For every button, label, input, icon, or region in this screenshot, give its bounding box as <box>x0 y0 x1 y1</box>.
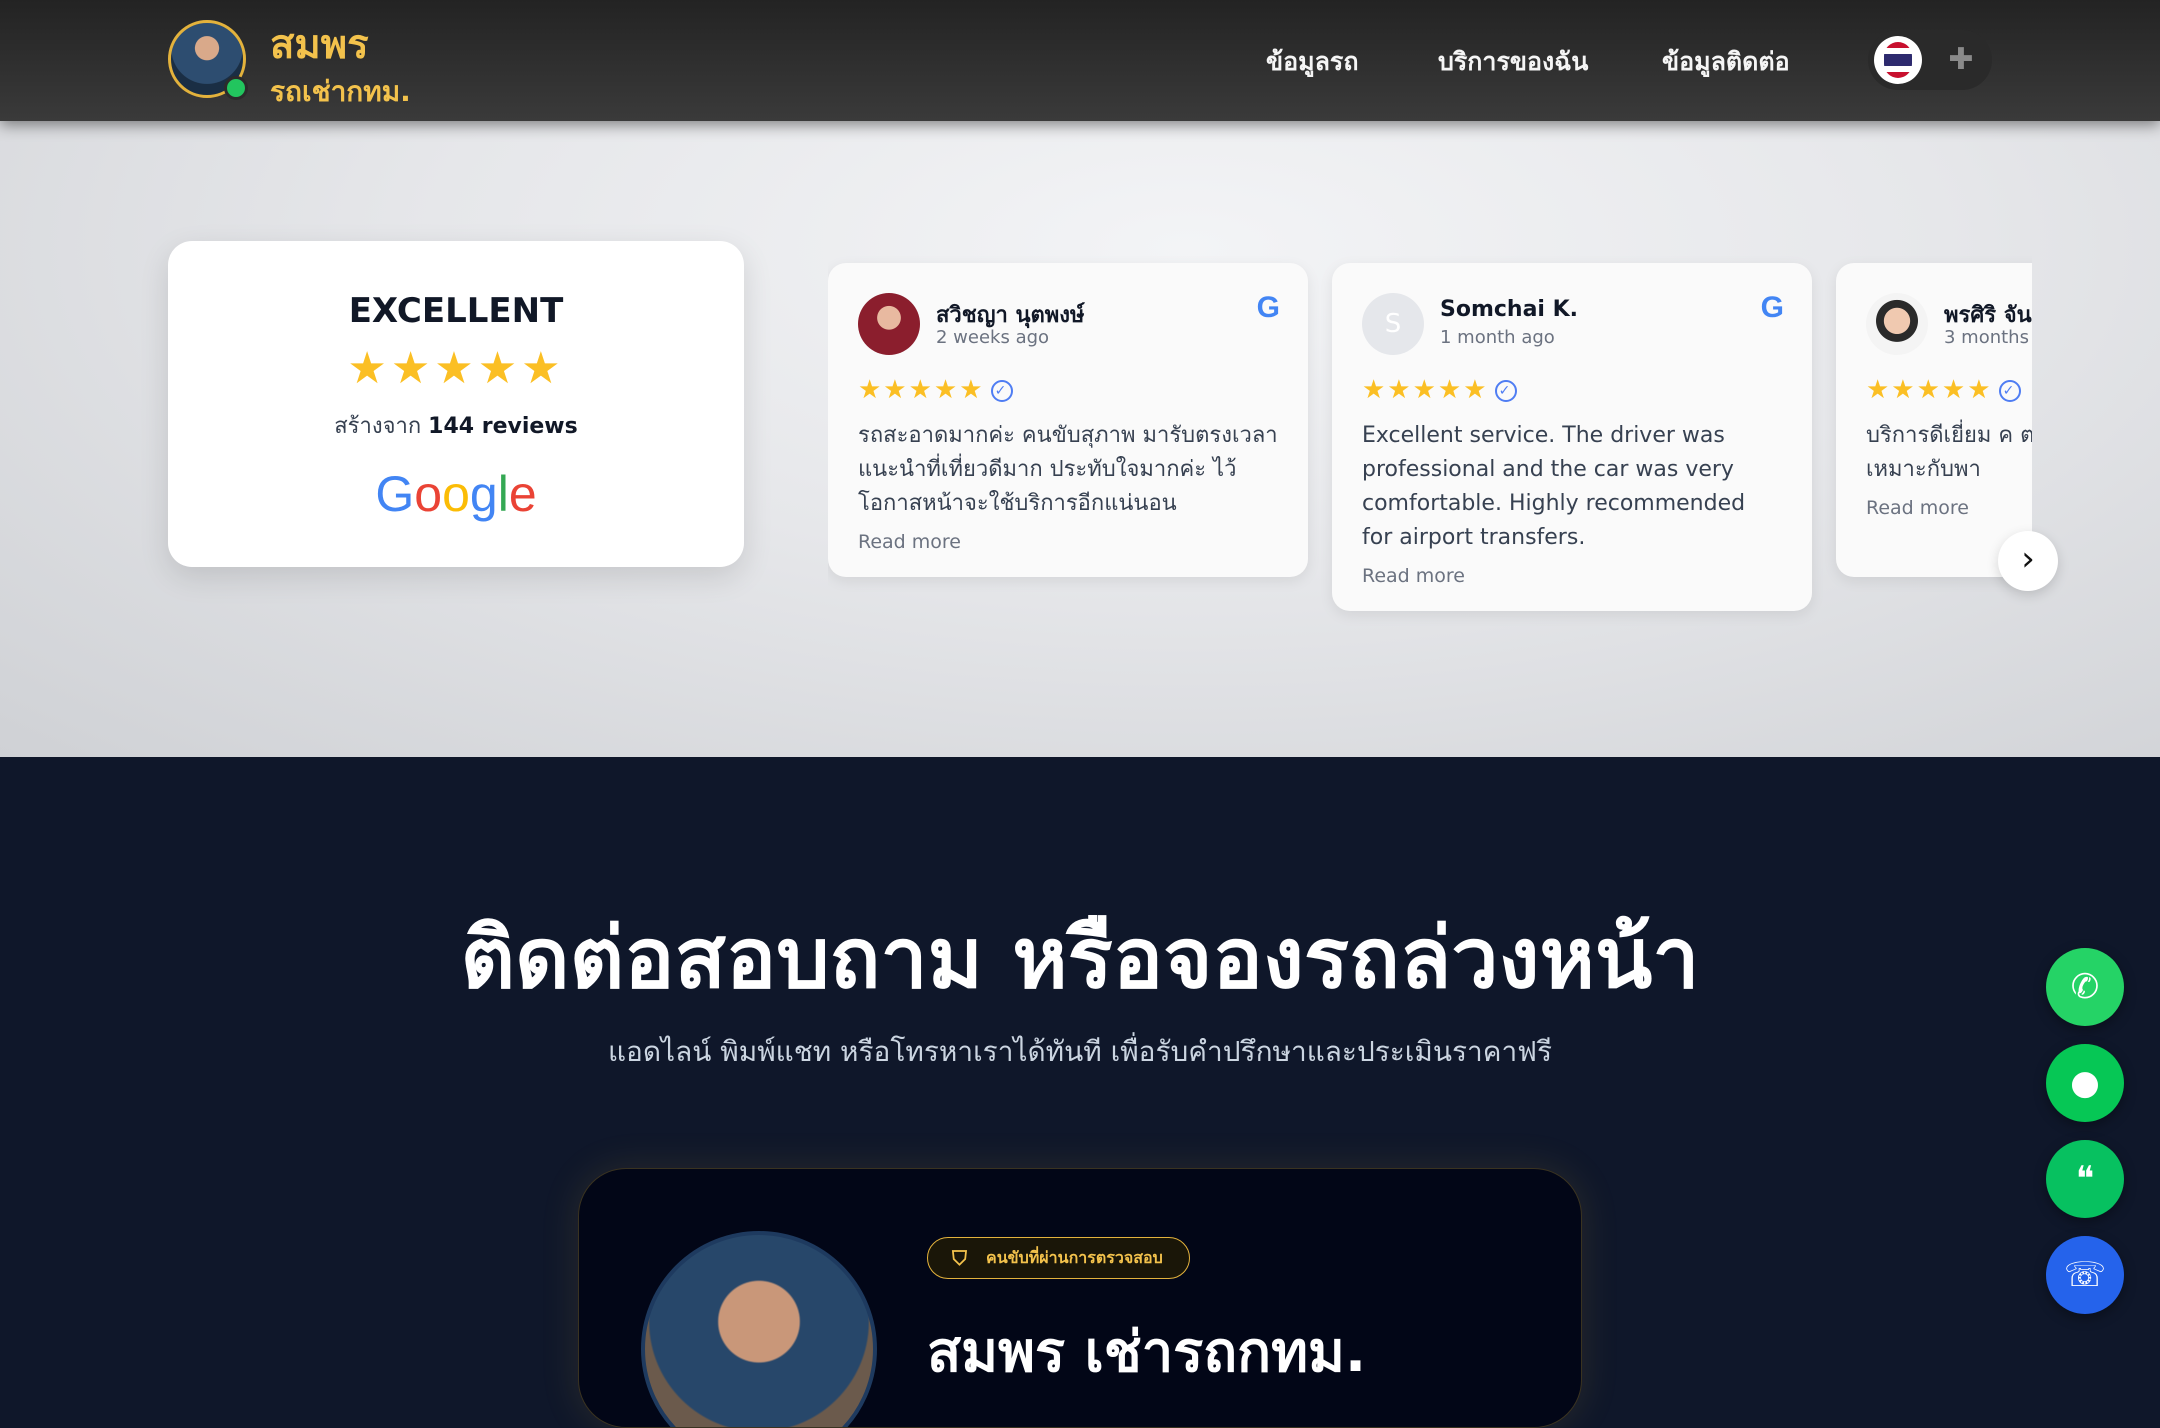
review-count-prefix: สร้างจาก <box>334 414 429 439</box>
read-more-link[interactable]: Read more <box>1362 565 1782 587</box>
reviewer-avatar <box>1866 293 1928 355</box>
whatsapp-icon: ✆ <box>2070 967 2100 1007</box>
review-count: สร้างจาก 144 reviews <box>168 408 744 443</box>
phone-button[interactable]: ☏ <box>2046 1236 2124 1314</box>
badge-label: คนขับที่ผ่านการตรวจสอบ <box>986 1248 1163 1267</box>
review-carousel: สวิชญา นุตพงษ์ 2 weeks ago G ★★★★★ ✓ รถสะ… <box>828 241 2032 741</box>
contact-subtitle: แอดไลน์ พิมพ์แชท หรือโทรหาเราได้ทันที เพ… <box>607 1035 1553 1068</box>
review-card: พรศิริ จัน 3 months ★★★★★ ✓ บริการดีเยี่ย… <box>1836 263 2032 577</box>
google-icon: G <box>1760 291 1784 324</box>
online-status-dot <box>224 76 248 100</box>
driver-profile-card: ⛉ คนขับที่ผ่านการตรวจสอบ สมพร เช่ารถกทม. <box>578 1168 1582 1428</box>
uk-flag-icon[interactable]: ✚ <box>1942 41 1980 79</box>
nav-my-services[interactable]: บริการของฉัน <box>1438 42 1588 82</box>
review-stars: ★★★★★ ✓ <box>858 375 1278 405</box>
verified-driver-badge: ⛉ คนขับที่ผ่านการตรวจสอบ <box>927 1237 1190 1279</box>
thai-flag-icon[interactable] <box>1874 36 1922 84</box>
brand-subtitle[interactable]: รถเช่ากทม. <box>270 70 411 114</box>
carousel-next-button[interactable]: › <box>1998 531 2058 591</box>
verified-icon: ✓ <box>1494 379 1517 402</box>
rating-word: EXCELLENT <box>348 291 564 331</box>
review-text: Excellent service. The driver was profes… <box>1362 423 1746 550</box>
wechat-icon: ❝ <box>2075 1159 2095 1199</box>
summary-stars: ★★★★★ <box>347 343 565 394</box>
google-logo: Google <box>375 466 537 522</box>
shield-check-icon: ⛉ <box>952 1246 967 1270</box>
verified-icon: ✓ <box>990 379 1013 402</box>
reviewer-name: Somchai K. <box>1440 297 1579 322</box>
line-icon: ● <box>2070 1063 2100 1103</box>
site-header: สมพร รถเช่ากทม. ข้อมูลรถ บริการของฉัน ข้… <box>0 0 2160 121</box>
wechat-button[interactable]: ❝ <box>2046 1140 2124 1218</box>
reviews-section: EXCELLENT ★★★★★ สร้างจาก 144 reviews Goo… <box>0 121 2160 757</box>
review-card: สวิชญา นุตพงษ์ 2 weeks ago G ★★★★★ ✓ รถสะ… <box>828 263 1308 577</box>
whatsapp-button[interactable]: ✆ <box>2046 948 2124 1026</box>
nav-contact-info[interactable]: ข้อมูลติดต่อ <box>1662 42 1790 82</box>
reviewer-avatar: S <box>1362 293 1424 355</box>
rating-summary-card: EXCELLENT ★★★★★ สร้างจาก 144 reviews Goo… <box>168 241 744 567</box>
nav-car-info[interactable]: ข้อมูลรถ <box>1266 42 1358 82</box>
driver-photo <box>641 1231 877 1427</box>
phone-icon: ☏ <box>2063 1255 2107 1295</box>
review-count-value: 144 reviews <box>428 414 578 439</box>
driver-name: สมพร เช่ารถกทม. <box>927 1320 1367 1385</box>
verified-icon: ✓ <box>1998 379 2021 402</box>
read-more-link[interactable]: Read more <box>1866 497 2032 519</box>
line-button[interactable]: ● <box>2046 1044 2124 1122</box>
google-icon: G <box>1256 291 1280 324</box>
review-stars: ★★★★★ ✓ <box>1362 375 1782 405</box>
reviewer-avatar <box>858 293 920 355</box>
review-text: รถสะอาดมากค่ะ คนขับสุภาพ มารับตรงเวลา แน… <box>858 423 1278 516</box>
review-text: บริการดีเยี่ยม ค ตลอดการเดินทา เย็นฉ่ำ เ… <box>1866 423 2032 482</box>
read-more-link[interactable]: Read more <box>858 531 1278 553</box>
brand-name[interactable]: สมพร <box>270 12 369 76</box>
review-card: S Somchai K. 1 month ago G ★★★★★ ✓ Excell… <box>1332 263 1812 611</box>
language-toggle[interactable]: ✚ <box>1868 30 1992 90</box>
review-time: 2 weeks ago <box>936 327 1050 348</box>
review-stars: ★★★★★ ✓ <box>1866 375 2032 405</box>
contact-title: ติดต่อสอบถาม หรือจองรถล่วงหน้า <box>460 909 1700 1007</box>
review-time: 1 month ago <box>1440 327 1555 348</box>
review-time: 3 months <box>1944 327 2029 348</box>
